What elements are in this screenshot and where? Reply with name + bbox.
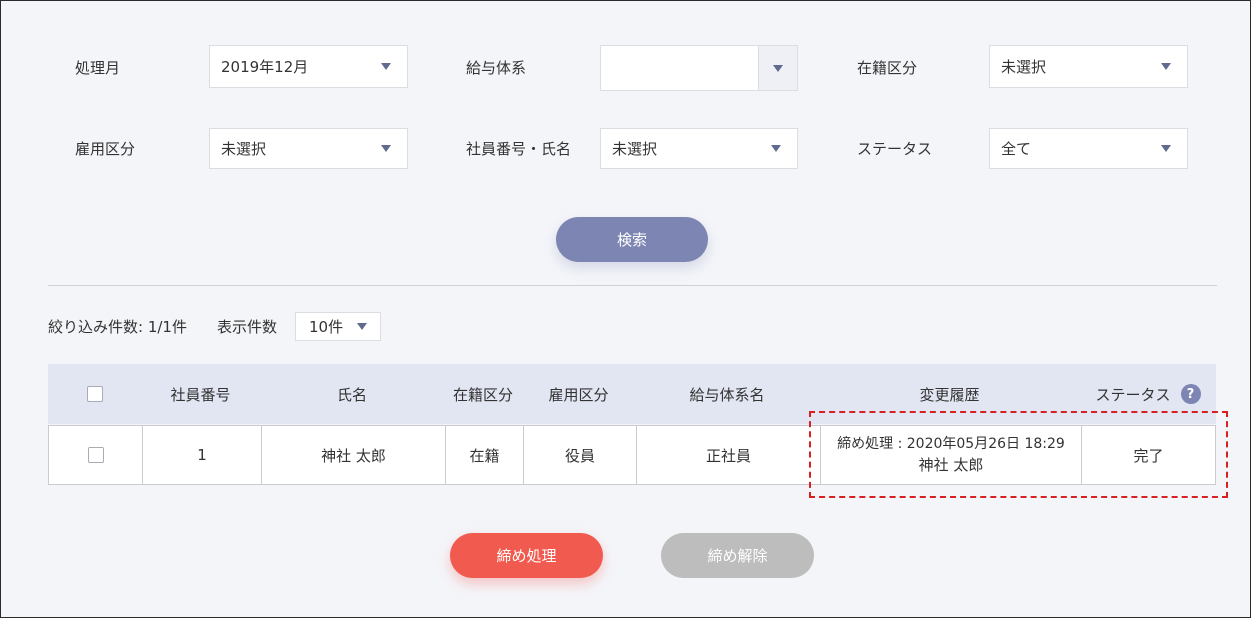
dropdown-toggle[interactable] — [758, 46, 797, 90]
header-employee-no: 社員番号 — [170, 385, 231, 404]
chevron-down-icon — [1161, 63, 1171, 70]
cell-employment: 役員 — [523, 426, 636, 484]
per-page-label: 表示件数 — [217, 318, 278, 336]
cell-pay-system: 正社員 — [636, 426, 820, 484]
row-checkbox[interactable] — [87, 447, 104, 463]
divider — [48, 285, 1217, 286]
help-icon[interactable]: ? — [1180, 384, 1201, 404]
chevron-down-icon — [381, 145, 391, 152]
per-page-select[interactable]: 10件 — [295, 312, 381, 341]
cell-employee-no: 1 — [142, 426, 261, 484]
employment-label: 雇用区分 — [75, 140, 136, 158]
highlight-box — [809, 411, 1228, 498]
filtered-count: 絞り込み件数: 1/1件 — [48, 318, 187, 336]
status-select[interactable]: 全て — [989, 128, 1188, 169]
status-label: ステータス — [857, 140, 933, 158]
pay-system-select[interactable] — [600, 45, 798, 91]
enrollment-value: 未選択 — [1001, 58, 1047, 76]
employee-value: 未選択 — [612, 140, 658, 158]
employee-label: 社員番号・氏名 — [466, 140, 572, 158]
processing-month-select[interactable]: 2019年12月 — [209, 45, 408, 88]
chevron-down-icon — [773, 64, 783, 72]
header-status: ステータス — [1095, 385, 1171, 404]
employment-value: 未選択 — [221, 140, 267, 158]
header-checkbox-cell — [48, 364, 141, 424]
employment-select[interactable]: 未選択 — [209, 128, 408, 169]
chevron-down-icon — [381, 63, 391, 70]
pay-system-label: 給与体系 — [466, 59, 527, 77]
header-name: 氏名 — [336, 385, 367, 404]
employee-select[interactable]: 未選択 — [600, 128, 798, 169]
chevron-down-icon — [1161, 145, 1171, 152]
status-value: 全て — [1001, 140, 1032, 158]
select-all-checkbox[interactable] — [86, 386, 103, 402]
per-page-value: 10件 — [309, 318, 344, 336]
cell-name: 神社 太郎 — [261, 426, 445, 484]
header-employment: 雇用区分 — [548, 385, 609, 404]
cell-enrollment: 在籍 — [445, 426, 523, 484]
processing-month-value: 2019年12月 — [221, 58, 309, 76]
chevron-down-icon — [357, 323, 367, 330]
enrollment-select[interactable]: 未選択 — [989, 45, 1188, 88]
screen: 処理月 2019年12月 給与体系 在籍区分 未選択 雇用区分 未選択 社員番号… — [0, 0, 1251, 618]
header-pay-system: 給与体系名 — [689, 385, 765, 404]
row-checkbox-cell — [49, 426, 142, 484]
processing-month-label: 処理月 — [75, 59, 121, 77]
header-enrollment: 在籍区分 — [452, 385, 513, 404]
search-button[interactable]: 検索 — [556, 217, 708, 262]
chevron-down-icon — [771, 145, 781, 152]
release-close-button[interactable]: 締め解除 — [661, 533, 814, 578]
enrollment-label: 在籍区分 — [857, 59, 918, 77]
close-process-button[interactable]: 締め処理 — [450, 533, 603, 578]
